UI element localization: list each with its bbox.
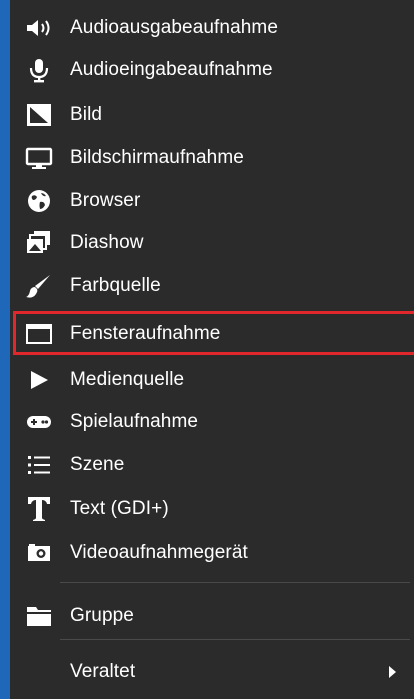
menu-item-label: Medienquelle	[70, 368, 185, 390]
menu-item-browser[interactable]: Browser	[10, 180, 414, 221]
text-icon	[23, 495, 55, 523]
menu-item-label: Audioausgabeaufnahme	[70, 16, 279, 38]
menu-item-label: Farbquelle	[70, 274, 161, 296]
speaker-icon	[23, 14, 55, 42]
menu-item-label: Audioeingabeaufnahme	[70, 58, 273, 80]
menu-item-color-source[interactable]: Farbquelle	[10, 265, 414, 306]
menu-item-display-capture[interactable]: Bildschirmaufnahme	[10, 137, 414, 178]
menu-item-text-gdi[interactable]: Text (GDI+)	[10, 488, 414, 529]
menu-item-game-capture[interactable]: Spielaufnahme	[10, 401, 414, 442]
play-icon	[23, 366, 55, 394]
menu-item-scene[interactable]: Szene	[10, 444, 414, 485]
microphone-icon	[23, 56, 55, 84]
context-menu: Audioausgabeaufnahme Audioeingabeaufnahm…	[0, 0, 414, 699]
submenu-arrow-icon	[389, 665, 396, 678]
folder-icon	[23, 602, 55, 630]
image-icon	[23, 101, 55, 129]
menu-item-label: Szene	[70, 453, 125, 475]
menu-item-label: Bild	[70, 103, 103, 125]
menu-item-label: Text (GDI+)	[70, 497, 169, 519]
menu-item-label: Browser	[70, 189, 141, 211]
menu-separator	[60, 582, 410, 583]
menu-item-label: Spielaufnahme	[70, 410, 199, 432]
menu-item-label: Gruppe	[70, 604, 134, 626]
paintbrush-icon	[23, 272, 55, 300]
menu-item-audio-input-capture[interactable]: Audioeingabeaufnahme	[10, 49, 414, 90]
menu-item-slideshow[interactable]: Diashow	[10, 222, 414, 263]
camera-icon	[23, 539, 55, 567]
menu-item-video-capture-device[interactable]: Videoaufnahmegerät	[10, 532, 414, 573]
menu-item-group[interactable]: Gruppe	[10, 595, 414, 636]
slideshow-icon	[23, 229, 55, 257]
menu-item-image[interactable]: Bild	[10, 94, 414, 135]
monitor-icon	[23, 144, 55, 172]
menu-item-label: Diashow	[70, 231, 144, 253]
window-icon	[23, 320, 55, 348]
list-icon	[23, 451, 55, 479]
menu-item-label: Fensteraufnahme	[70, 322, 221, 344]
menu-item-label: Bildschirmaufnahme	[70, 146, 244, 168]
globe-icon	[23, 187, 55, 215]
menu-item-label: Veraltet	[70, 660, 136, 682]
menu-item-media-source[interactable]: Medienquelle	[10, 359, 414, 400]
menu-item-audio-output-capture[interactable]: Audioausgabeaufnahme	[10, 7, 414, 48]
menu-item-deprecated[interactable]: Veraltet	[10, 651, 414, 692]
menu-item-window-capture[interactable]: Fensteraufnahme	[10, 313, 414, 354]
menu-separator	[60, 639, 410, 640]
menu-item-label: Videoaufnahmegerät	[70, 541, 248, 563]
gamepad-icon	[23, 408, 55, 436]
